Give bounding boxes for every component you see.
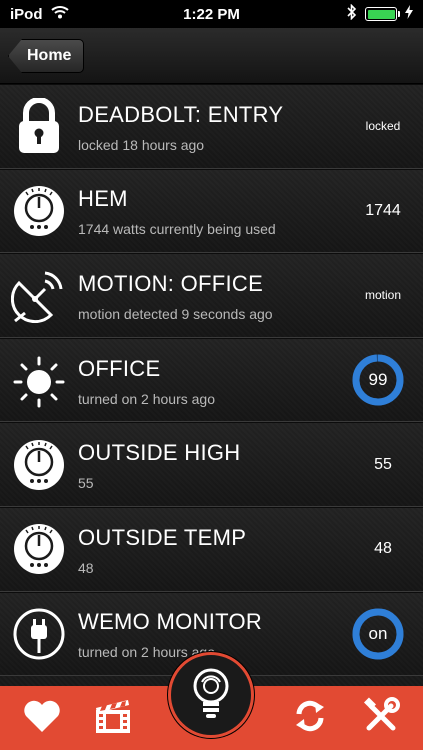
tab-settings[interactable] bbox=[359, 696, 403, 740]
meter-dial-icon bbox=[0, 430, 78, 500]
tab-refresh[interactable] bbox=[288, 696, 332, 740]
sun-dimmer-icon bbox=[0, 345, 78, 415]
power-plug-icon bbox=[0, 599, 78, 669]
device-subtitle: turned on 2 hours ago bbox=[78, 390, 215, 407]
switch-state-value: on bbox=[368, 623, 388, 643]
heart-icon bbox=[22, 698, 62, 739]
wifi-icon bbox=[50, 5, 69, 23]
device-subtitle: motion detected 9 seconds ago bbox=[78, 305, 273, 322]
lightbulb-icon bbox=[188, 665, 234, 726]
dimmer-level-gauge[interactable]: 99 bbox=[351, 353, 405, 407]
device-row-hem[interactable]: HEM 1744 watts currently being used 1744 bbox=[0, 168, 423, 254]
device-subtitle: 1744 watts currently being used bbox=[78, 221, 276, 238]
device-title: MOTION: OFFICE bbox=[78, 270, 264, 296]
device-list: DEADBOLT: ENTRY locked 18 hours ago lock… bbox=[0, 84, 423, 686]
tab-favorites[interactable] bbox=[20, 696, 64, 740]
device-status: locked bbox=[365, 119, 401, 134]
tab-devices[interactable] bbox=[168, 652, 254, 738]
clapperboard-icon bbox=[93, 696, 133, 741]
device-title: WEMO MONITOR bbox=[78, 609, 263, 635]
device-status: motion bbox=[364, 288, 402, 303]
meter-dial-icon bbox=[0, 176, 78, 246]
device-subtitle: 55 bbox=[78, 475, 94, 492]
motion-sensor-icon bbox=[0, 260, 78, 330]
device-row-office[interactable]: OFFICE turned on 2 hours ago 99 bbox=[0, 337, 423, 423]
device-row-outside-high[interactable]: OUTSIDE HIGH 55 55 bbox=[0, 422, 423, 507]
status-bar: iPod 1:22 PM bbox=[0, 0, 423, 28]
device-row-motion-office[interactable]: MOTION: OFFICE motion detected 9 seconds… bbox=[0, 253, 423, 338]
device-title: DEADBOLT: ENTRY bbox=[78, 101, 284, 127]
device-status: 48 bbox=[374, 540, 392, 558]
tab-scenes[interactable] bbox=[91, 696, 135, 740]
device-title: HEM bbox=[78, 186, 128, 212]
dimmer-level-value: 99 bbox=[368, 370, 388, 390]
charging-bolt-icon bbox=[405, 5, 413, 23]
device-subtitle: locked 18 hours ago bbox=[78, 136, 205, 153]
navigation-bar: Home bbox=[0, 28, 423, 84]
device-row-deadbolt-entry[interactable]: DEADBOLT: ENTRY locked 18 hours ago lock… bbox=[0, 84, 423, 169]
meter-dial-icon bbox=[0, 514, 78, 584]
home-back-button[interactable]: Home bbox=[8, 39, 85, 73]
tools-icon bbox=[361, 696, 401, 741]
switch-level-gauge[interactable]: on bbox=[351, 607, 405, 661]
bluetooth-icon bbox=[347, 3, 357, 24]
device-title: OFFICE bbox=[78, 355, 161, 381]
padlock-icon bbox=[0, 91, 78, 161]
device-title: OUTSIDE HIGH bbox=[78, 440, 241, 466]
device-title: OUTSIDE TEMP bbox=[78, 524, 247, 550]
refresh-icon bbox=[291, 697, 329, 740]
device-row-outside-temp[interactable]: OUTSIDE TEMP 48 48 bbox=[0, 506, 423, 592]
carrier-label: iPod bbox=[10, 5, 43, 23]
device-status: 55 bbox=[374, 455, 392, 473]
device-subtitle: 48 bbox=[78, 559, 94, 576]
device-status: 1744 bbox=[365, 201, 401, 219]
battery-icon bbox=[365, 7, 400, 21]
